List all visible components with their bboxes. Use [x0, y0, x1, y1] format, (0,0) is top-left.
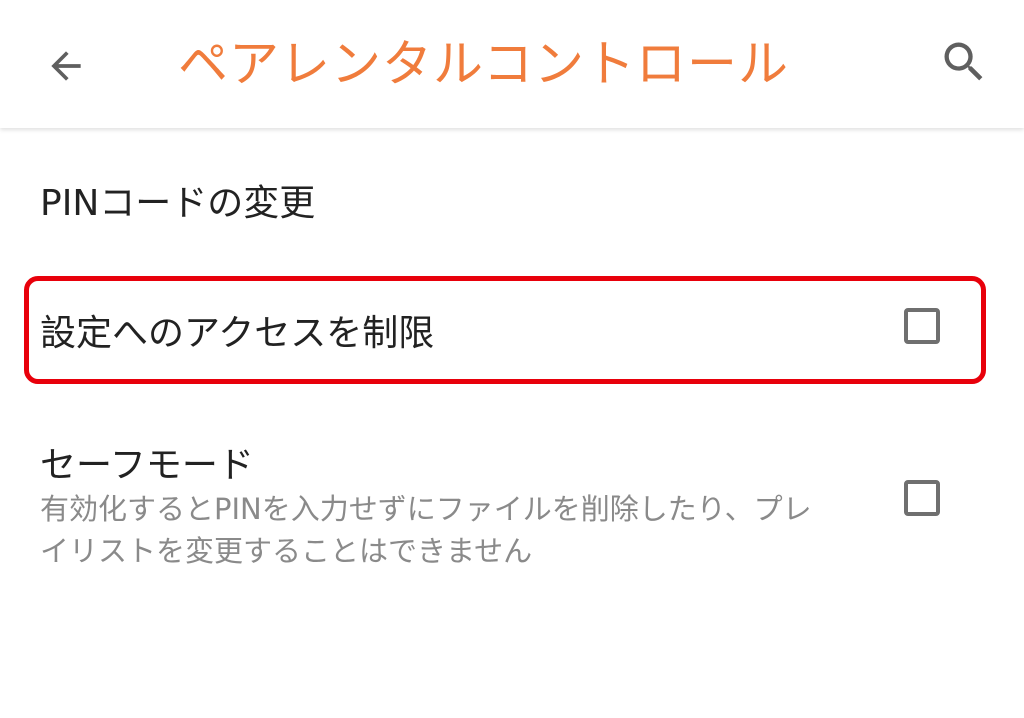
- restrict-settings-access-item[interactable]: 設定へのアクセスを制限: [0, 276, 1024, 384]
- arrow-left-icon: [51, 51, 81, 81]
- screen: ペアレンタルコントロール PINコードの変更 設定へのアクセスを制限 セーフモー…: [0, 0, 1024, 718]
- safe-mode-label: セーフモード: [40, 445, 254, 486]
- app-bar: ペアレンタルコントロール: [0, 0, 1024, 128]
- safe-mode-checkbox[interactable]: [904, 480, 940, 516]
- safe-mode-item[interactable]: セーフモード 有効化するとPINを入力せずにファイルを削除したり、プレイリストを…: [0, 428, 1024, 578]
- page-title: ペアレンタルコントロール: [178, 35, 789, 93]
- change-pin-item[interactable]: PINコードの変更: [0, 150, 1024, 246]
- change-pin-label: PINコードの変更: [40, 183, 316, 224]
- search-icon: [944, 42, 983, 81]
- restrict-settings-access-label: 設定へのアクセスを制限: [40, 313, 435, 354]
- restrict-settings-access-checkbox[interactable]: [904, 308, 940, 344]
- back-button[interactable]: [30, 30, 102, 102]
- safe-mode-summary: 有効化するとPINを入力せずにファイルを削除したり、プレイリストを変更することは…: [40, 492, 812, 568]
- search-button[interactable]: [928, 26, 1000, 98]
